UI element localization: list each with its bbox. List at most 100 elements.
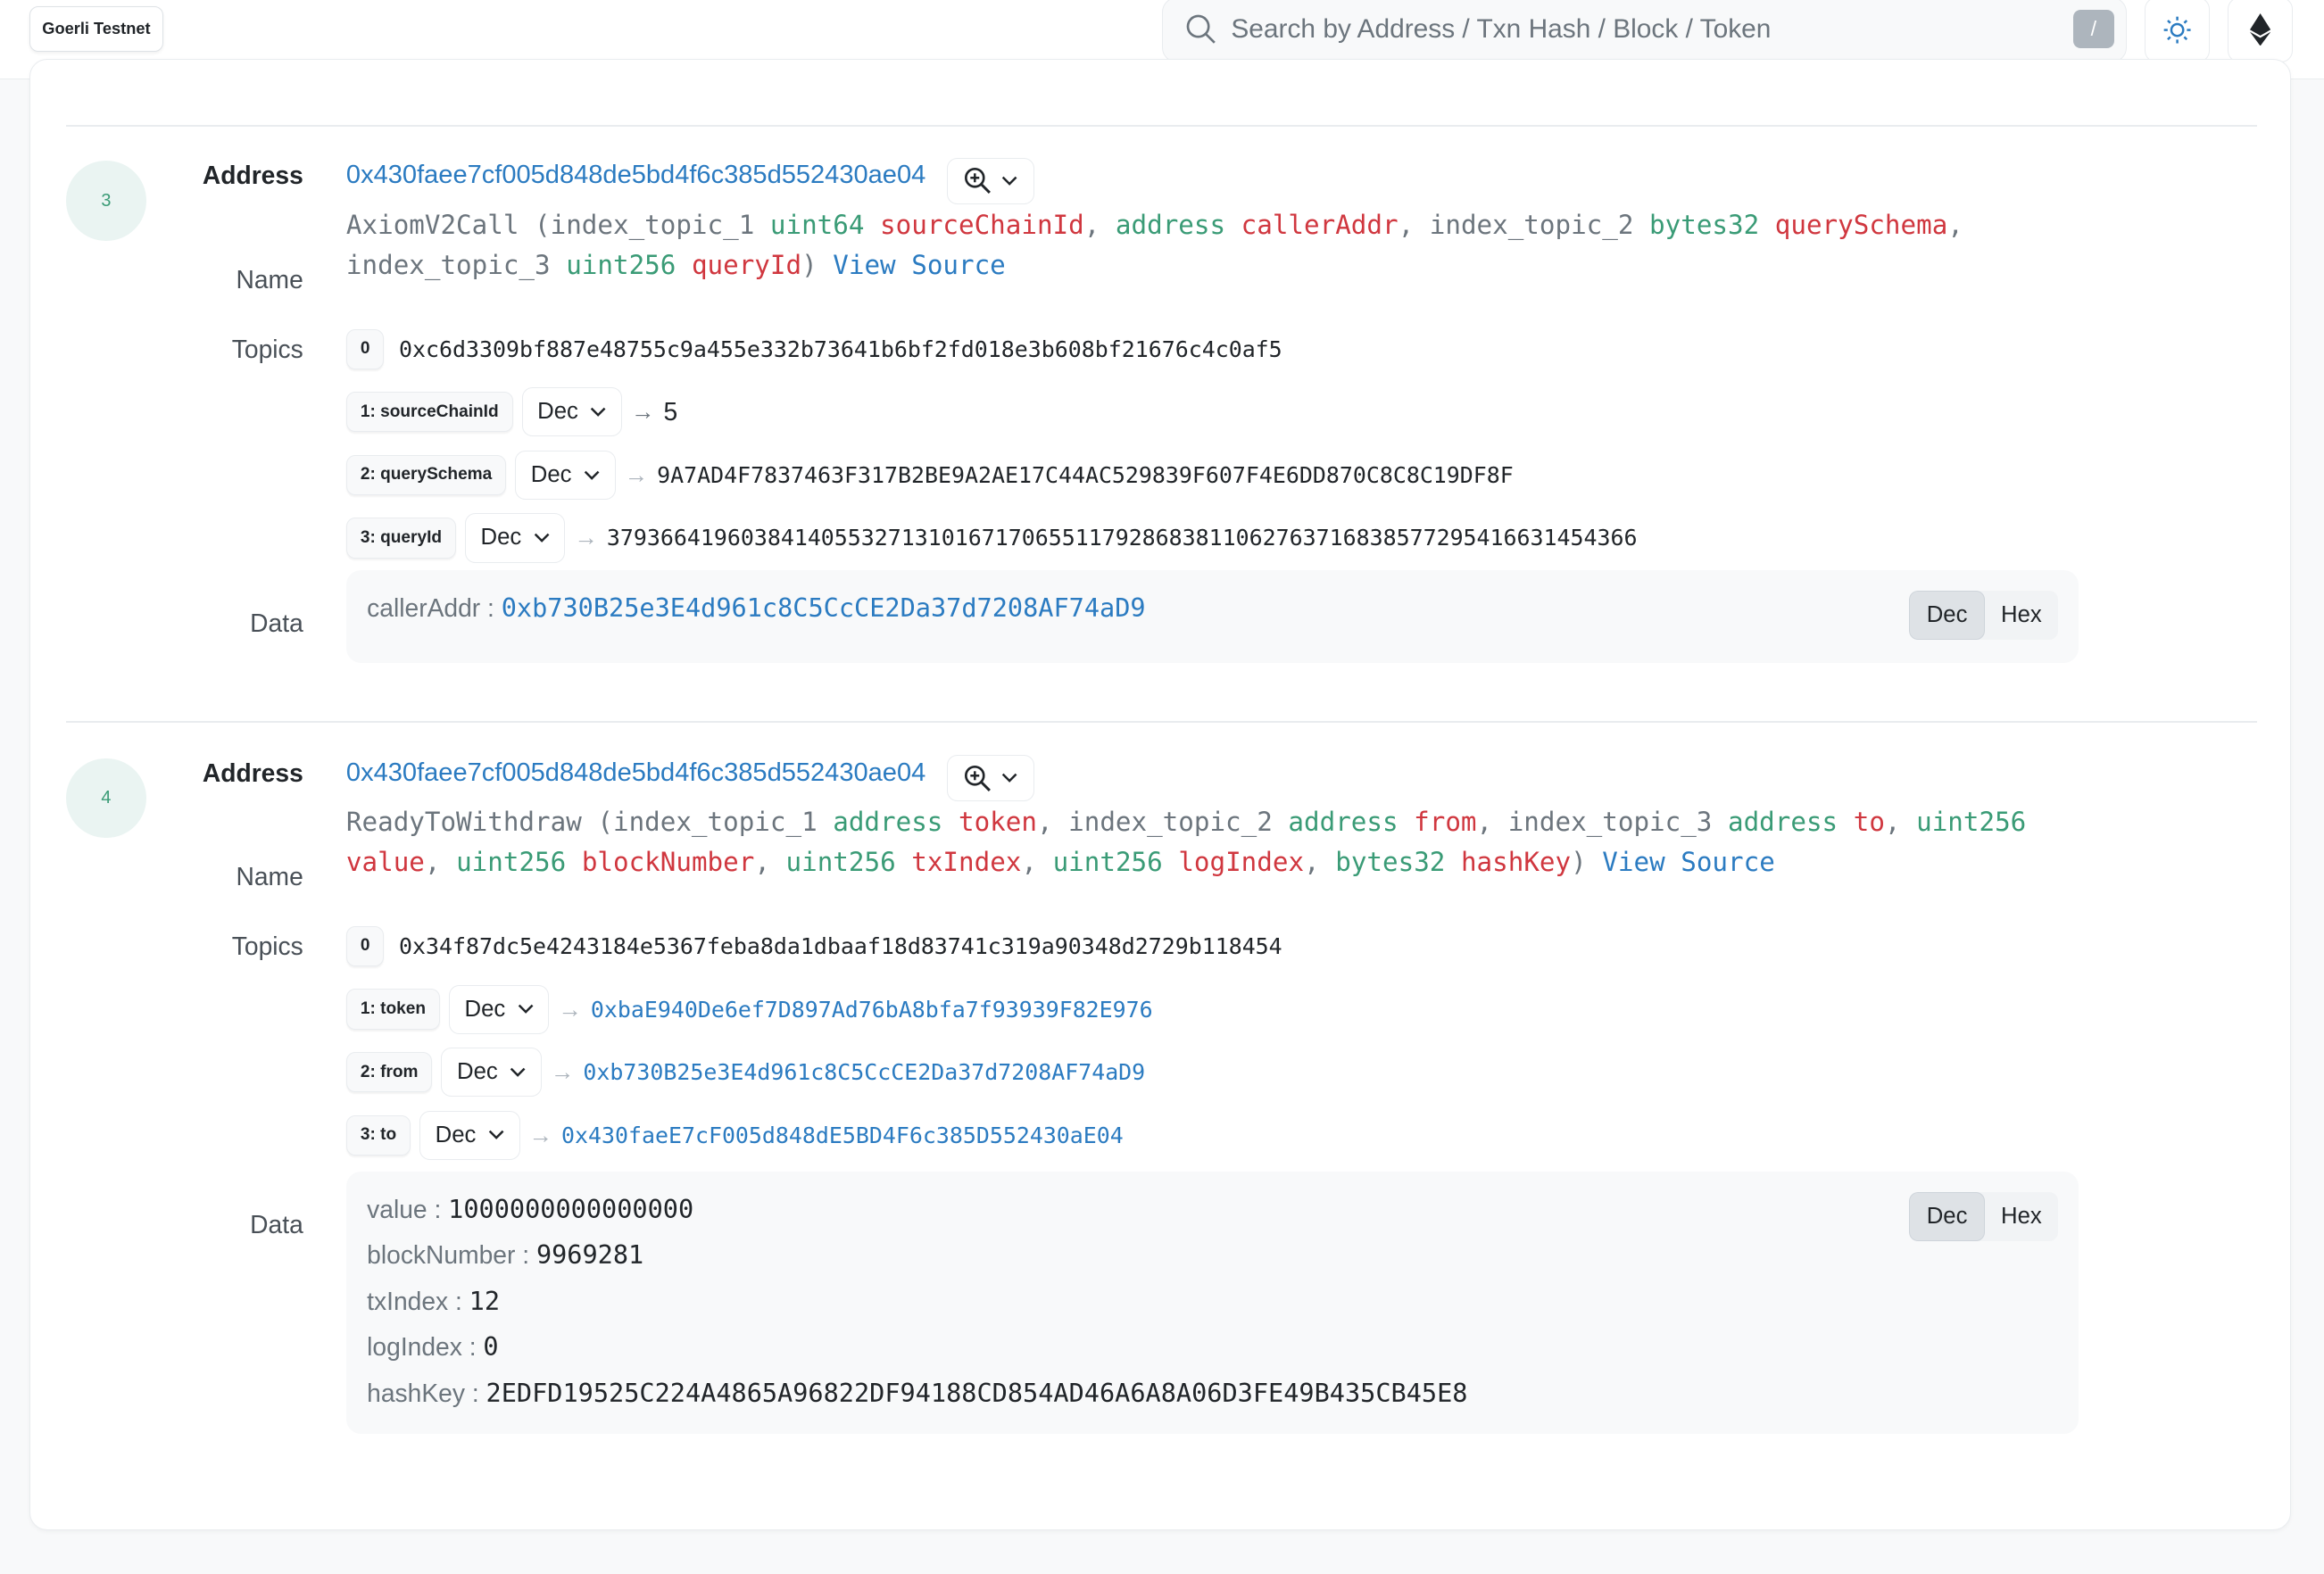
event-signature: ReadyToWithdraw (index_topic_1 address t… xyxy=(346,802,2065,882)
topic-format-dropdown[interactable]: Dec xyxy=(515,450,616,500)
signature-text: ReadyToWithdraw (index_topic_1 xyxy=(345,807,834,838)
topic-format-dropdown[interactable]: Dec xyxy=(464,513,566,563)
view-source-link[interactable]: View Source xyxy=(833,250,1006,280)
topic-index-label: 2: querySchema xyxy=(345,454,507,495)
signature-text xyxy=(566,847,582,877)
search-input[interactable] xyxy=(1231,6,2032,52)
chevron-down-icon xyxy=(1001,176,1017,186)
signature-text: , xyxy=(1304,847,1336,878)
dec-hex-toggle[interactable]: Dec Hex xyxy=(1909,1192,2059,1241)
data-label: Data xyxy=(250,1210,303,1239)
data-separator: : xyxy=(515,1240,536,1270)
topic-format-dropdown[interactable]: Dec xyxy=(448,984,550,1034)
topic-address-link[interactable]: 0xb730B25e3E4d961c8C5CcCE2Da37d7208AF74a… xyxy=(583,1059,1145,1085)
data-separator: : xyxy=(480,592,502,622)
param-name: from xyxy=(1414,807,1477,838)
data-field: txIndex : 12 xyxy=(367,1286,500,1316)
param-type: address xyxy=(1115,210,1226,241)
dec-hex-toggle[interactable]: Dec Hex xyxy=(1909,590,2059,640)
chevron-down-icon xyxy=(510,1067,526,1077)
dropdown-value: Dec xyxy=(435,1122,477,1147)
param-name: callerAddr xyxy=(1241,210,1399,241)
toggle-hex-button[interactable]: Hex xyxy=(1985,591,2058,640)
topic-row: 3: queryId Dec → 37936641960384140553271310… xyxy=(345,513,1638,563)
arrow-right-icon: → xyxy=(624,460,649,488)
topic-format-dropdown[interactable]: Dec xyxy=(419,1110,520,1160)
data-value: 12 xyxy=(469,1285,501,1316)
address-value: 0x430faee7cf005d848de5bd4f6c385d552430ae… xyxy=(346,755,1034,802)
address-link[interactable]: 0x430faee7cf005d848de5bd4f6c385d552430ae… xyxy=(346,758,925,787)
topic-index-label: 2: from xyxy=(345,1052,433,1093)
param-name: sourceChainId xyxy=(880,210,1084,241)
dropdown-value: Dec xyxy=(537,399,578,425)
toggle-hex-button[interactable]: Hex xyxy=(1985,1192,2058,1241)
signature-text: , xyxy=(1083,210,1116,241)
param-type: address xyxy=(1728,807,1838,838)
topic-value: 0x34f87dc5e4243184e5367feba8da1dbaaf18d8… xyxy=(399,933,1282,959)
topic-index-label: 1: sourceChainId xyxy=(345,392,513,433)
topic-address-link[interactable]: 0x430faeE7cF005d848dE5BD4F6c385D552430aE… xyxy=(561,1123,1124,1148)
param-type: bytes32 xyxy=(1335,847,1446,878)
arrow-right-icon: → xyxy=(528,1121,553,1148)
data-key: hashKey xyxy=(367,1378,465,1407)
address-zoom-button[interactable] xyxy=(946,755,1034,802)
param-name: logIndex xyxy=(1178,847,1305,878)
signature-text: , index_topic_3 xyxy=(1476,807,1728,838)
chevron-down-icon xyxy=(534,533,550,543)
param-name: value xyxy=(345,847,425,878)
topic-format-dropdown[interactable]: Dec xyxy=(521,387,623,437)
topics-label: Topics xyxy=(231,931,303,960)
network-switch-button[interactable] xyxy=(2228,0,2294,62)
topic-index-label: 3: to xyxy=(345,1114,411,1156)
topic-format-dropdown[interactable]: Dec xyxy=(441,1048,542,1098)
view-source-link[interactable]: View Source xyxy=(1602,847,1775,877)
event-log: 4 Address 0x430faee7cf005d848de5bd4f6c385d… xyxy=(30,737,2292,1434)
chevron-down-icon xyxy=(590,407,606,417)
dropdown-value: Dec xyxy=(530,461,572,487)
topic-index-label: 0 xyxy=(345,925,385,967)
signature-text xyxy=(1163,847,1179,877)
data-key: value xyxy=(367,1194,427,1223)
address-value: 0x430faee7cf005d848de5bd4f6c385d552430ae… xyxy=(346,158,1034,204)
sun-icon xyxy=(2163,16,2191,44)
data-label: Data xyxy=(250,608,303,637)
param-type: uint256 xyxy=(566,250,676,280)
topic-address-link[interactable]: 0xbaE940De6ef7D897Ad76bA8bfa7f93939F82E9… xyxy=(591,997,1153,1023)
theme-toggle-button[interactable] xyxy=(2145,0,2211,62)
signature-text xyxy=(864,210,880,240)
topic-row: 3: to Dec → 0x430faeE7cF005d848dE5BD4F6c385… xyxy=(345,1110,1124,1160)
dropdown-value: Dec xyxy=(464,996,506,1022)
param-type: bytes32 xyxy=(1649,210,1760,241)
signature-text: , xyxy=(1884,807,1917,838)
zoom-in-icon xyxy=(964,168,991,195)
param-name: queryId xyxy=(691,250,802,280)
data-key: txIndex xyxy=(367,1286,449,1315)
data-field: value : 1000000000000000 xyxy=(367,1194,693,1224)
param-name: hashKey xyxy=(1460,847,1572,878)
signature-text: , xyxy=(424,847,457,878)
data-value: 1000000000000000 xyxy=(448,1193,694,1224)
signature-text: , xyxy=(754,847,786,878)
data-field: blockNumber : 9969281 xyxy=(367,1239,643,1270)
topics-label: Topics xyxy=(231,334,303,363)
toggle-dec-button[interactable]: Dec xyxy=(1909,590,1985,640)
signature-text: , index_topic_2 xyxy=(1398,210,1650,241)
signature-text xyxy=(1445,847,1461,877)
network-badge[interactable]: Goerli Testnet xyxy=(29,5,163,53)
arrow-right-icon: → xyxy=(550,1058,575,1086)
topic-value: 3793664196038414055327131016717065511792… xyxy=(606,525,1638,551)
param-name: blockNumber xyxy=(581,847,755,878)
data-address-link[interactable]: 0xb730B25e3E4d961c8C5CcCE2Da37d7208AF74a… xyxy=(502,592,1146,623)
signature-text: AxiomV2Call (index_topic_1 xyxy=(345,210,770,241)
search-box[interactable]: / xyxy=(1161,0,2128,62)
address-link[interactable]: 0x430faee7cf005d848de5bd4f6c385d552430ae… xyxy=(346,161,925,189)
signature-text xyxy=(676,250,692,280)
address-zoom-button[interactable] xyxy=(946,158,1034,204)
event-log: 3 Address 0x430faee7cf005d848de5bd4f6c385d… xyxy=(30,140,2292,733)
toggle-dec-button[interactable]: Dec xyxy=(1909,1192,1985,1241)
signature-text: ) xyxy=(1571,847,1603,878)
topic-row: 2: querySchema Dec → 9A7AD4F7837463F317B2BE… xyxy=(345,450,1514,500)
event-signature: AxiomV2Call (index_topic_1 uint64 source… xyxy=(346,205,2065,286)
data-value: 2EDFD19525C224A4865A96822DF94188CD854AD4… xyxy=(486,1377,1468,1408)
param-type: address xyxy=(1288,807,1399,838)
